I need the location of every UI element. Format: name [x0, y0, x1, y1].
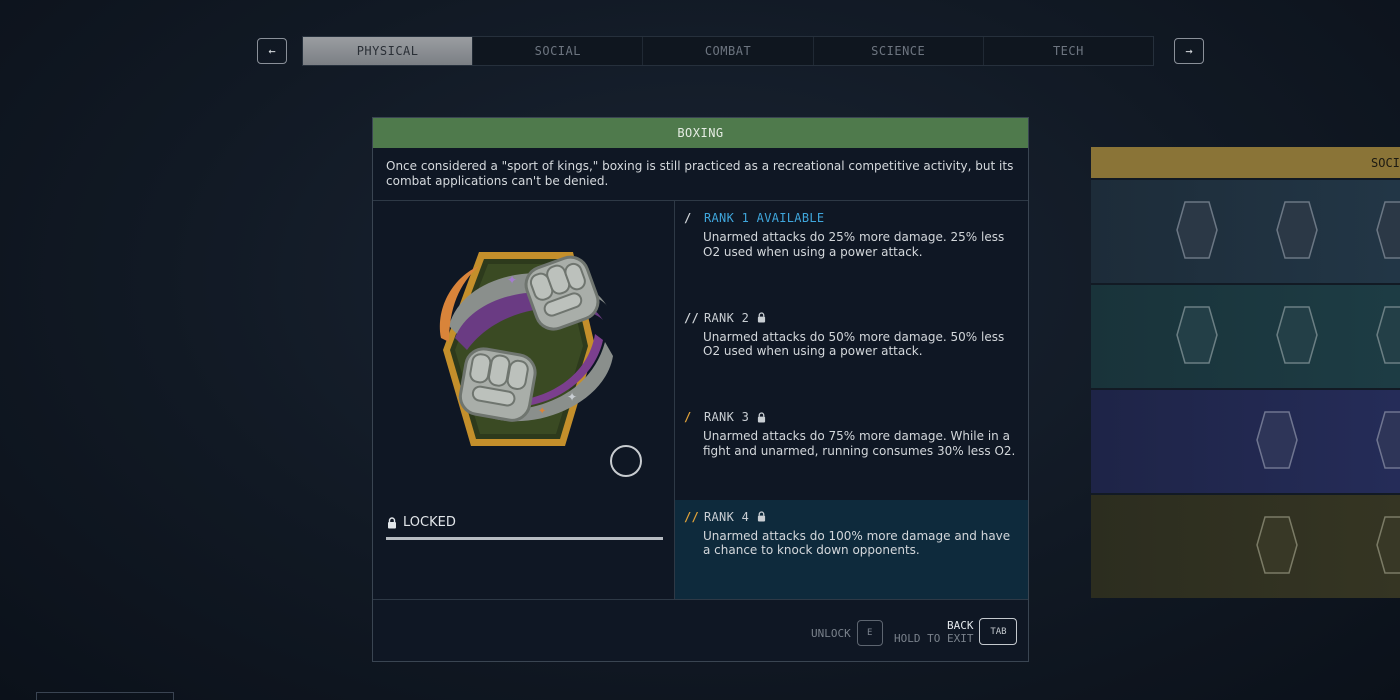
progress-bar — [386, 537, 663, 540]
rank-item-1[interactable]: / RANK 1 AVAILABLE Unarmed attacks do 25… — [675, 201, 1028, 301]
key-tab-hint: TAB — [979, 618, 1018, 645]
skill-tree-header: SOCI — [1091, 147, 1400, 178]
rank-item-2[interactable]: // RANK 2 Unarmed attacks do 50% more da… — [675, 301, 1028, 401]
cursor-ring — [610, 445, 642, 477]
arrow-right-icon: → — [1185, 44, 1193, 58]
skill-slot-icon[interactable] — [1175, 305, 1219, 365]
rank-title: RANK 4 — [704, 509, 750, 524]
rank-pips-icon: / — [684, 211, 692, 225]
svg-text:✦: ✦ — [567, 390, 577, 404]
skill-tier-row — [1091, 493, 1400, 598]
lock-icon — [758, 411, 766, 422]
rank-description: Unarmed attacks do 25% more damage. 25% … — [703, 230, 1005, 259]
unlock-button[interactable]: UNLOCK E — [811, 620, 883, 646]
tab-science[interactable]: SCIENCE — [814, 37, 984, 65]
tab-tech[interactable]: TECH — [984, 37, 1153, 65]
svg-text:✦: ✦ — [507, 273, 517, 287]
rank-title: RANK 1 AVAILABLE — [704, 211, 825, 225]
lock-icon — [758, 511, 766, 522]
rank-pips-icon: // — [684, 509, 700, 524]
action-footer: UNLOCK E BACK HOLD TO EXIT TAB — [373, 600, 1028, 661]
rank-description: Unarmed attacks do 50% more damage. 50% … — [703, 329, 1005, 359]
tab-physical[interactable]: PHYSICAL — [303, 37, 474, 65]
arrow-left-icon: ← — [268, 44, 276, 58]
skill-tier-row — [1091, 178, 1400, 283]
lock-status: LOCKED — [387, 515, 456, 530]
rank-pips-icon: / — [684, 410, 692, 424]
rank-item-4[interactable]: // RANK 4 Unarmed attacks do 100% more d… — [675, 499, 1028, 599]
skill-slot-icon[interactable] — [1175, 200, 1219, 260]
lock-icon — [758, 312, 766, 323]
svg-text:✦: ✦ — [538, 406, 546, 417]
lock-status-label: LOCKED — [403, 515, 456, 530]
rank-list: / RANK 1 AVAILABLE Unarmed attacks do 25… — [675, 201, 1028, 599]
hold-to-exit-label: HOLD TO EXIT — [894, 631, 974, 645]
tab-combat[interactable]: COMBAT — [643, 37, 814, 65]
skill-slot-icon[interactable] — [1375, 305, 1400, 365]
next-category-button[interactable]: → — [1174, 38, 1204, 64]
skill-slot-icon[interactable] — [1255, 410, 1299, 470]
skill-description: Once considered a "sport of kings," boxi… — [373, 148, 1028, 201]
tab-social[interactable]: SOCIAL — [473, 37, 644, 65]
skill-tree-panel: SOCI — [1091, 147, 1400, 601]
skill-slot-icon[interactable] — [1375, 200, 1400, 260]
skill-detail-panel: BOXING Once considered a "sport of kings… — [372, 117, 1029, 662]
skill-slot-icon[interactable] — [1275, 200, 1319, 260]
skill-slot-icon[interactable] — [1375, 410, 1400, 470]
rank-title: RANK 2 — [704, 310, 750, 325]
skill-slot-icon[interactable] — [1375, 515, 1400, 575]
unlock-label: UNLOCK — [811, 626, 851, 640]
rank-description: Unarmed attacks do 75% more damage. Whil… — [703, 429, 1016, 458]
boxing-badge-icon: ✦ ✦ ✦ — [439, 252, 613, 446]
skill-category-tabs: PHYSICAL SOCIAL COMBAT SCIENCE TECH — [302, 36, 1154, 66]
rank-title: RANK 3 — [704, 410, 750, 424]
skill-slot-icon[interactable] — [1255, 515, 1299, 575]
rank-item-3[interactable]: / RANK 3 Unarmed attacks do 75% more dam… — [675, 400, 1028, 500]
lock-icon — [388, 516, 396, 528]
back-button[interactable]: BACK HOLD TO EXIT TAB — [894, 618, 1018, 645]
skill-slot-icon[interactable] — [1275, 305, 1319, 365]
skill-tier-row — [1091, 388, 1400, 493]
skill-badge-area: ✦ ✦ ✦ LOCKED — [373, 201, 675, 599]
skill-tier-row — [1091, 283, 1400, 388]
skill-title: BOXING — [373, 118, 1028, 148]
key-e-hint: E — [856, 620, 883, 646]
bottom-panel-edge — [36, 692, 174, 700]
rank-pips-icon: // — [684, 310, 700, 325]
rank-description: Unarmed attacks do 100% more damage and … — [703, 528, 1011, 558]
prev-category-button[interactable]: ← — [257, 38, 287, 64]
back-label: BACK — [946, 618, 974, 632]
